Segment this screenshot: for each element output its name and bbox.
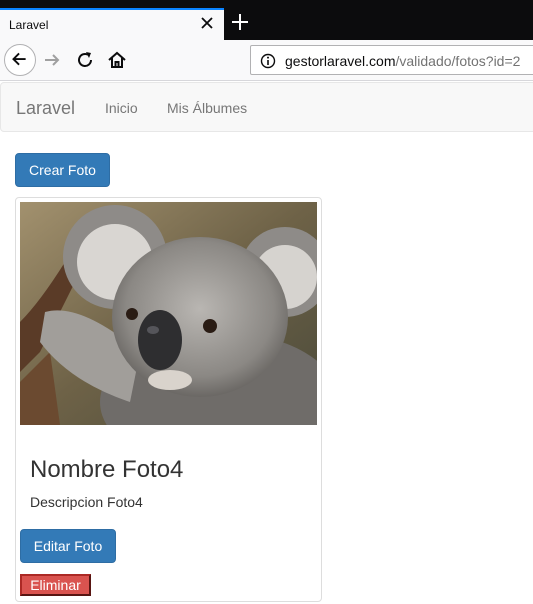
delete-photo-button[interactable]: Eliminar [20, 574, 91, 596]
forward-icon[interactable] [42, 50, 62, 70]
tab-title: Laravel [9, 18, 49, 32]
back-button[interactable] [4, 44, 36, 76]
edit-photo-button[interactable]: Editar Foto [20, 529, 116, 563]
new-tab-icon[interactable] [230, 12, 250, 32]
close-tab-icon[interactable] [198, 14, 216, 32]
nav-link-inicio[interactable]: Inicio [105, 100, 138, 116]
brand-link[interactable]: Laravel [16, 98, 75, 119]
home-icon[interactable] [107, 50, 127, 70]
browser-toolbar: gestorlaravel.com/validado/fotos?id=2 [0, 40, 533, 81]
koala-image [20, 202, 317, 425]
url-text: gestorlaravel.com/validado/fotos?id=2 [285, 53, 520, 69]
nav-link-mis-albumes[interactable]: Mis Álbumes [167, 100, 247, 116]
arrow-left-icon [12, 52, 26, 66]
photo-description: Descripcion Foto4 [30, 494, 143, 510]
browser-tab-bar: Laravel [0, 0, 533, 40]
photo-title: Nombre Foto4 [30, 456, 184, 483]
create-photo-button[interactable]: Crear Foto [15, 153, 110, 187]
app-navbar: Laravel Inicio Mis Álbumes [0, 82, 533, 132]
info-icon[interactable] [260, 53, 276, 69]
reload-icon[interactable] [75, 50, 95, 70]
browser-tab[interactable]: Laravel [0, 8, 224, 40]
url-path: /validado/fotos?id=2 [395, 53, 521, 69]
url-domain: gestorlaravel.com [285, 53, 396, 69]
photo-card: Nombre Foto4 Descripcion Foto4 Editar Fo… [15, 197, 322, 602]
koala-photo [20, 202, 317, 425]
url-bar[interactable]: gestorlaravel.com/validado/fotos?id=2 [250, 45, 533, 75]
